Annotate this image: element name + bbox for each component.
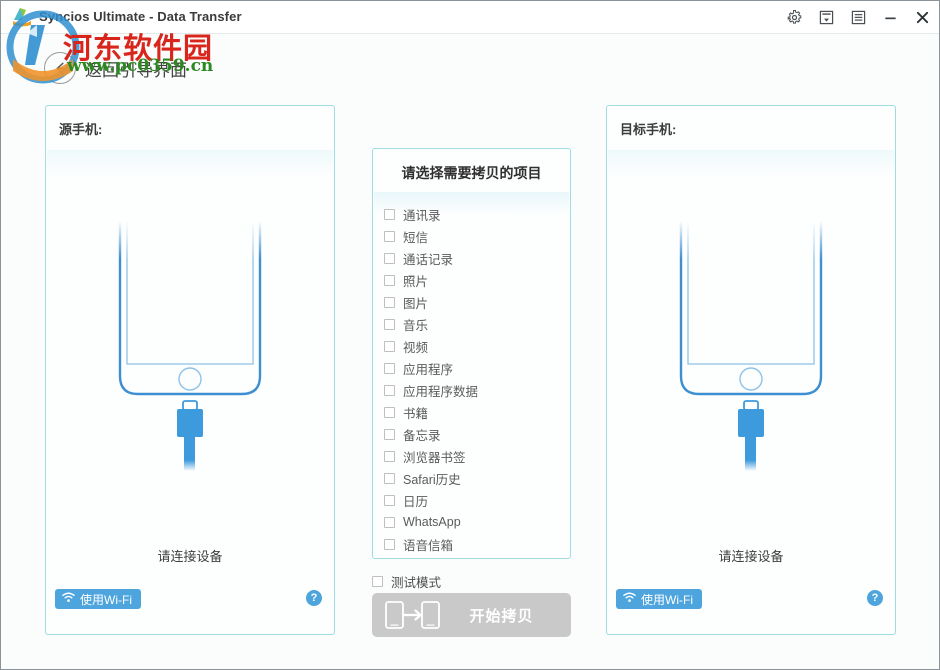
list-item[interactable]: 照片 — [384, 269, 564, 291]
item-label: 应用程序数据 — [403, 384, 479, 399]
source-phone-illustration — [105, 221, 275, 471]
close-icon[interactable] — [913, 8, 931, 26]
list-item[interactable]: 日历 — [384, 489, 564, 511]
list-item[interactable]: 音乐 — [384, 313, 564, 335]
back-to-guide[interactable]: 返回引导界面 — [44, 52, 187, 84]
list-item[interactable]: 语音信箱 — [384, 533, 564, 555]
item-label: 图片 — [403, 296, 429, 311]
source-help-icon[interactable]: ? — [306, 590, 322, 606]
item-checkbox[interactable] — [384, 340, 395, 352]
app-title: Syncios Ultimate - Data Transfer — [39, 9, 242, 24]
item-label: 书籍 — [403, 406, 429, 421]
minimize-icon[interactable] — [881, 8, 899, 26]
list-item[interactable]: 备忘录 — [384, 423, 564, 445]
target-phone-illustration — [666, 221, 836, 471]
wifi-icon — [623, 592, 636, 606]
source-phone-panel: 源手机: 请连接设备 使用Wi-Fi ? — [45, 105, 335, 635]
list-item[interactable]: WhatsApp — [384, 511, 564, 533]
source-wifi-label: 使用Wi-Fi — [80, 592, 132, 607]
item-label: 通话记录 — [403, 252, 454, 267]
item-label: 浏览器书签 — [403, 450, 466, 465]
item-label: 音乐 — [403, 318, 429, 333]
item-label: 视频 — [403, 340, 429, 355]
item-label: 短信 — [403, 230, 429, 245]
item-checkbox[interactable] — [384, 494, 395, 506]
target-connect-status: 请连接设备 — [718, 549, 784, 564]
item-label: 应用程序 — [403, 362, 454, 377]
window-controls — [785, 1, 931, 33]
list-item[interactable]: 书籍 — [384, 401, 564, 423]
item-label: WhatsApp — [403, 515, 461, 529]
target-wifi-button[interactable]: 使用Wi-Fi — [616, 589, 702, 609]
item-checkbox[interactable] — [384, 538, 395, 550]
list-item[interactable]: 图片 — [384, 291, 564, 313]
menu-icon[interactable] — [849, 8, 867, 26]
panel-sheen — [47, 150, 333, 176]
item-checkbox[interactable] — [384, 296, 395, 308]
item-checkbox[interactable] — [384, 516, 395, 528]
item-label: 日历 — [403, 494, 429, 509]
list-item[interactable]: 短信 — [384, 225, 564, 247]
item-label: Safari历史 — [403, 472, 461, 487]
copy-items-panel: 请选择需要拷贝的项目 通讯录短信通话记录照片图片音乐视频应用程序应用程序数据 书籍… — [372, 148, 571, 559]
item-checkbox[interactable] — [384, 472, 395, 484]
item-checkbox[interactable] — [384, 318, 395, 330]
target-phone-panel: 目标手机: 请连接设备 使用Wi-Fi ? — [606, 105, 896, 635]
test-mode-checkbox[interactable] — [372, 576, 383, 587]
back-label[interactable]: 返回引导界面 — [85, 56, 187, 81]
list-item[interactable]: 通话记录 — [384, 247, 564, 269]
copy-items-title: 请选择需要拷贝的项目 — [401, 165, 542, 181]
target-wifi-label: 使用Wi-Fi — [641, 592, 693, 607]
item-label: 备忘录 — [403, 428, 441, 443]
gear-icon[interactable] — [785, 8, 803, 26]
target-panel-title: 目标手机: — [620, 122, 677, 137]
list-item[interactable]: 通讯录 — [384, 203, 564, 225]
item-checkbox[interactable] — [384, 428, 395, 440]
list-item[interactable]: 应用程序数据 — [384, 379, 564, 401]
phone-transfer-icon — [385, 600, 440, 630]
item-label: 通讯录 — [403, 208, 441, 223]
panel-sheen — [608, 150, 894, 176]
test-mode-label: 测试模式 — [391, 576, 442, 590]
item-checkbox[interactable] — [384, 406, 395, 418]
copy-items-list: 通讯录短信通话记录照片图片音乐视频应用程序应用程序数据 书籍备忘录浏览器书签 Saf… — [384, 203, 564, 555]
title-bar: Syncios Ultimate - Data Transfer — [1, 1, 939, 34]
item-checkbox[interactable] — [384, 230, 395, 242]
wifi-icon — [62, 592, 75, 606]
start-copy-label: 开始拷贝 — [469, 607, 534, 625]
target-help-icon[interactable]: ? — [867, 590, 883, 606]
source-connect-status: 请连接设备 — [157, 549, 223, 564]
app-window: Syncios Ultimate - Data Transfer 返回引导界面 … — [0, 0, 940, 670]
source-panel-title: 源手机: — [59, 122, 103, 137]
item-checkbox[interactable] — [384, 252, 395, 264]
app-logo-icon — [11, 6, 33, 28]
source-wifi-button[interactable]: 使用Wi-Fi — [55, 589, 141, 609]
list-item[interactable]: 浏览器书签 — [384, 445, 564, 467]
list-item[interactable]: 视频 — [384, 335, 564, 357]
item-checkbox[interactable] — [384, 274, 395, 286]
item-checkbox[interactable] — [384, 208, 395, 220]
list-item[interactable]: Safari历史 — [384, 467, 564, 489]
item-checkbox[interactable] — [384, 450, 395, 462]
list-item[interactable]: 应用程序 — [384, 357, 564, 379]
feedback-icon[interactable] — [817, 8, 835, 26]
item-label: 语音信箱 — [403, 538, 454, 553]
arrow-left-icon[interactable] — [44, 52, 76, 84]
item-checkbox[interactable] — [384, 384, 395, 396]
item-label: 照片 — [403, 274, 429, 289]
test-mode-toggle[interactable]: 测试模式 — [372, 572, 441, 591]
start-copy-button[interactable]: 开始拷贝 — [372, 593, 571, 637]
item-checkbox[interactable] — [384, 362, 395, 374]
